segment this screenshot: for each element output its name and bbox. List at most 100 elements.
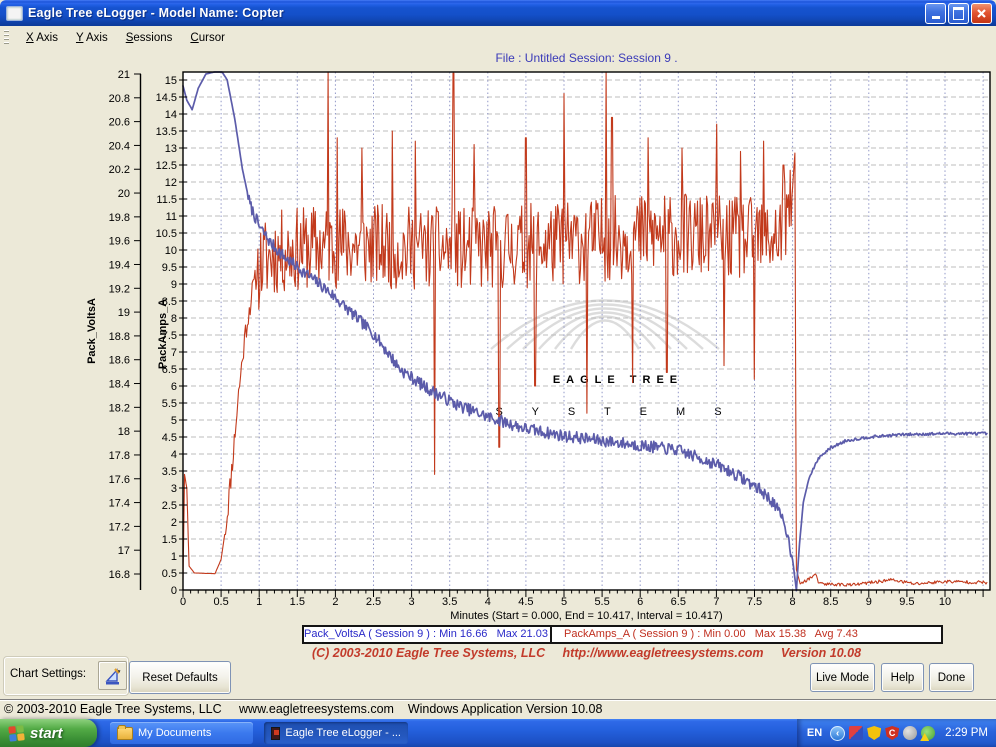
axis-minutes: 00.511.522.533.544.555.566.577.588.599.5… bbox=[180, 590, 983, 622]
application-window: Eagle Tree eLogger - Model Name: Copter … bbox=[0, 0, 996, 747]
tray-app-icon[interactable] bbox=[849, 726, 863, 740]
reset-defaults-button[interactable]: Reset Defaults bbox=[129, 661, 231, 694]
svg-text:20: 20 bbox=[118, 188, 130, 200]
svg-text:S Y S T E M S: S Y S T E M S bbox=[495, 406, 734, 418]
chart-settings-icon bbox=[103, 666, 123, 686]
svg-text:13: 13 bbox=[165, 143, 177, 155]
taskbar: start My Documents Eagle Tree eLogger - … bbox=[0, 719, 996, 747]
svg-text:0: 0 bbox=[171, 585, 177, 597]
app-icon bbox=[6, 6, 23, 21]
svg-text:7.5: 7.5 bbox=[747, 596, 762, 608]
svg-text:6.5: 6.5 bbox=[671, 596, 686, 608]
volume-icon[interactable] bbox=[903, 726, 917, 740]
svg-text:0: 0 bbox=[180, 596, 186, 608]
chart-canvas[interactable]: EAGLE TREES Y S T E M S2120.820.620.420.… bbox=[0, 49, 996, 625]
start-button[interactable]: start bbox=[0, 719, 97, 747]
svg-text:3: 3 bbox=[171, 483, 177, 495]
task-my-documents[interactable]: My Documents bbox=[110, 722, 253, 744]
menu-y-axis[interactable]: Y Axis bbox=[67, 29, 117, 47]
svg-text:2.5: 2.5 bbox=[366, 596, 381, 608]
svg-text:Pack_VoltsA: Pack_VoltsA bbox=[86, 298, 98, 364]
svg-text:14: 14 bbox=[165, 109, 177, 121]
windows-logo-icon bbox=[8, 725, 25, 742]
copyright-line: (C) 2003-2010 Eagle Tree Systems, LLC ht… bbox=[183, 646, 990, 660]
svg-text:6: 6 bbox=[171, 381, 177, 393]
svg-text:12.5: 12.5 bbox=[156, 160, 177, 172]
help-button[interactable]: Help bbox=[881, 663, 924, 692]
svg-text:9.5: 9.5 bbox=[162, 262, 177, 274]
svg-text:5: 5 bbox=[561, 596, 567, 608]
stats-packamps-a: PackAmps_A ( Session 9 ) : Min 0.00 Max … bbox=[550, 625, 943, 644]
svg-text:4.5: 4.5 bbox=[518, 596, 533, 608]
svg-text:20.6: 20.6 bbox=[109, 117, 130, 129]
svg-text:18: 18 bbox=[118, 426, 130, 438]
chart-header: File : Untitled Session: Session 9 . bbox=[183, 51, 990, 65]
task-eagle-tree-elogger[interactable]: Eagle Tree eLogger - ... bbox=[264, 722, 408, 744]
svg-text:15: 15 bbox=[165, 75, 177, 87]
svg-text:4: 4 bbox=[171, 449, 177, 461]
svg-text:7: 7 bbox=[713, 596, 719, 608]
svg-text:EAGLE TREE: EAGLE TREE bbox=[553, 374, 683, 386]
minimize-button[interactable] bbox=[925, 3, 946, 24]
svg-text:20.2: 20.2 bbox=[109, 164, 130, 176]
restore-button[interactable] bbox=[948, 3, 969, 24]
antivirus-shield-icon[interactable]: C bbox=[885, 726, 899, 740]
chart-settings-label: Chart Settings: bbox=[10, 668, 86, 680]
menu-cursor[interactable]: Cursor bbox=[181, 29, 234, 47]
svg-text:14.5: 14.5 bbox=[156, 92, 177, 104]
svg-text:5: 5 bbox=[171, 415, 177, 427]
svg-text:4.5: 4.5 bbox=[162, 432, 177, 444]
svg-text:19: 19 bbox=[118, 307, 130, 319]
svg-text:2: 2 bbox=[171, 517, 177, 529]
svg-text:20.8: 20.8 bbox=[109, 93, 130, 105]
svg-text:1: 1 bbox=[256, 596, 262, 608]
svg-text:5.5: 5.5 bbox=[162, 398, 177, 410]
svg-text:10: 10 bbox=[165, 245, 177, 257]
security-alert-shield-icon[interactable] bbox=[867, 726, 881, 740]
folder-icon bbox=[117, 727, 133, 740]
svg-text:1.5: 1.5 bbox=[290, 596, 305, 608]
language-indicator[interactable]: EN bbox=[807, 727, 822, 739]
start-label: start bbox=[30, 725, 63, 742]
svg-text:8.5: 8.5 bbox=[823, 596, 838, 608]
svg-text:9: 9 bbox=[171, 279, 177, 291]
svg-text:3.5: 3.5 bbox=[162, 466, 177, 478]
toolbar-grip-icon[interactable] bbox=[4, 30, 9, 46]
axis-packamps-a: 1514.51413.51312.51211.51110.5109.598.58… bbox=[156, 75, 187, 597]
svg-text:9.5: 9.5 bbox=[899, 596, 914, 608]
svg-text:17.2: 17.2 bbox=[109, 521, 130, 533]
svg-text:8: 8 bbox=[171, 313, 177, 325]
title-bar[interactable]: Eagle Tree eLogger - Model Name: Copter bbox=[0, 0, 996, 26]
svg-text:11: 11 bbox=[166, 211, 177, 223]
svg-text:19.2: 19.2 bbox=[109, 283, 130, 295]
chart-panel: EAGLE TREES Y S T E M S2120.820.620.420.… bbox=[0, 49, 996, 699]
svg-text:1.5: 1.5 bbox=[162, 534, 177, 546]
elogger-app-icon bbox=[271, 727, 280, 740]
svg-text:2: 2 bbox=[332, 596, 338, 608]
svg-text:9: 9 bbox=[866, 596, 872, 608]
svg-text:17: 17 bbox=[118, 545, 130, 557]
chart-settings-button[interactable] bbox=[98, 661, 127, 690]
svg-text:17.6: 17.6 bbox=[109, 474, 130, 486]
svg-text:4: 4 bbox=[485, 596, 491, 608]
svg-text:0.5: 0.5 bbox=[213, 596, 228, 608]
svg-text:21: 21 bbox=[118, 69, 130, 81]
minimize-icon bbox=[932, 16, 940, 19]
menu-sessions[interactable]: Sessions bbox=[117, 29, 182, 47]
svg-text:12: 12 bbox=[165, 177, 177, 189]
svg-text:18.8: 18.8 bbox=[109, 331, 130, 343]
svg-text:11.5: 11.5 bbox=[156, 194, 177, 206]
live-mode-button[interactable]: Live Mode bbox=[810, 663, 875, 692]
menu-x-axis[interactable]: X Axis bbox=[17, 29, 67, 47]
tray-chevron-icon[interactable]: ‹ bbox=[830, 726, 845, 741]
svg-text:19.8: 19.8 bbox=[109, 212, 130, 224]
svg-text:1: 1 bbox=[171, 551, 177, 563]
svg-text:7: 7 bbox=[171, 347, 177, 359]
svg-text:Minutes (Start = 0.000, End =: Minutes (Start = 0.000, End = 10.417, In… bbox=[450, 610, 722, 622]
svg-text:3: 3 bbox=[409, 596, 415, 608]
svg-text:PackAmps_A: PackAmps_A bbox=[157, 299, 169, 369]
wireless-status-icon[interactable] bbox=[921, 726, 935, 740]
system-tray: EN ‹ C 2:29 PM bbox=[797, 719, 996, 747]
done-button[interactable]: Done bbox=[929, 663, 974, 692]
close-button[interactable] bbox=[971, 3, 992, 24]
